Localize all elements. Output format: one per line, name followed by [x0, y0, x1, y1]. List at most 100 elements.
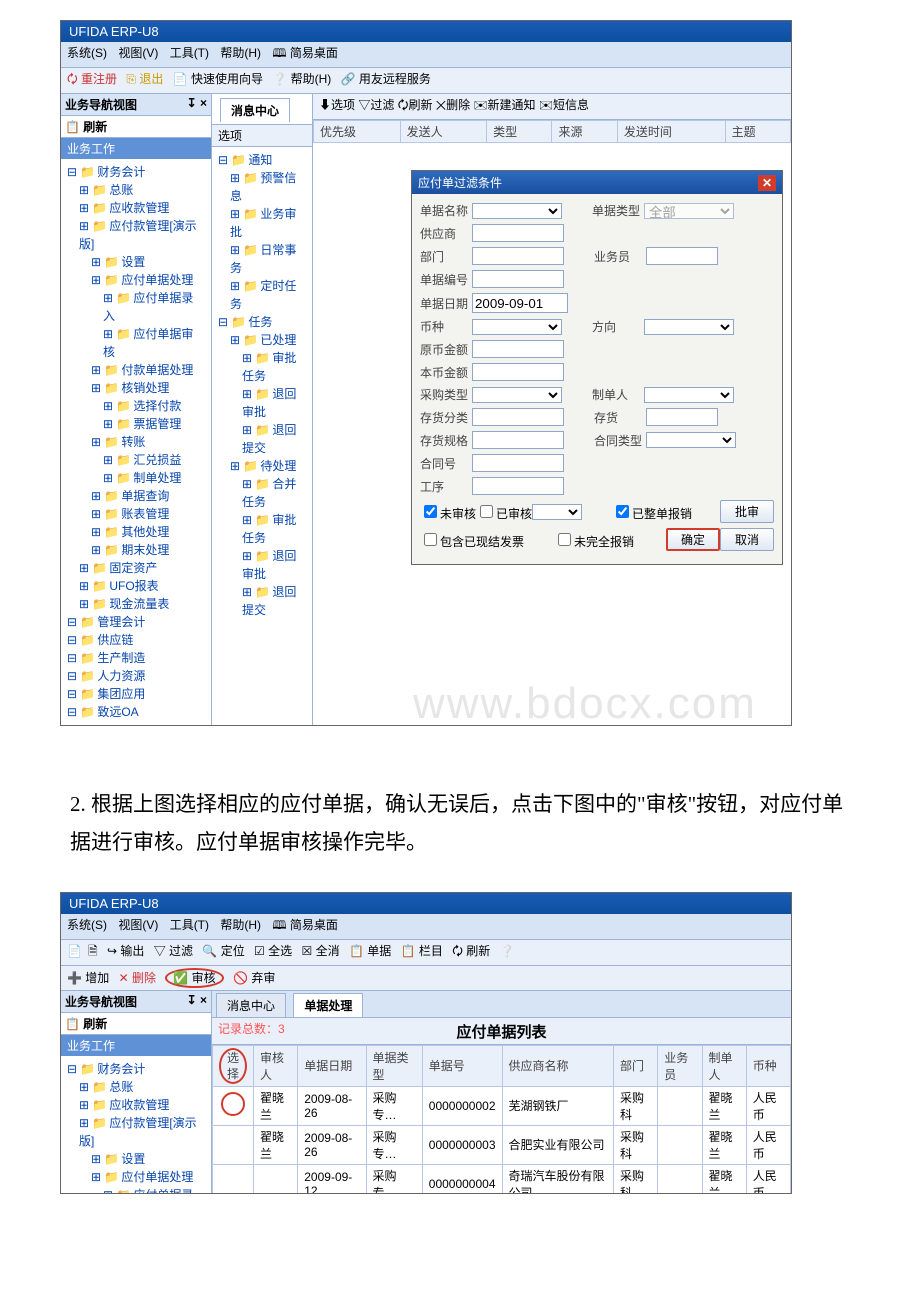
tree-item[interactable]: ⊟ 📁财务会计 [67, 1060, 205, 1078]
tree-item[interactable]: ⊞ 📁预警信息 [218, 169, 306, 205]
tree-item[interactable]: ⊞ 📁待处理 [218, 457, 306, 475]
btn-wizard[interactable]: 快速使用向导 [191, 72, 263, 86]
tree-item[interactable]: ⊞ 📁总账 [67, 181, 205, 199]
tree-item[interactable]: ⊞ 📁已处理 [218, 331, 306, 349]
tab-msg-center[interactable]: 消息中心 [220, 98, 290, 122]
tree-item[interactable]: ⊞ 📁总账 [67, 1078, 205, 1096]
grid-header[interactable]: 单据日期 [298, 1045, 366, 1086]
combo-5[interactable] [472, 319, 562, 335]
nav-tree-2[interactable]: ⊟ 📁财务会计⊞ 📁总账⊞ 📁应收款管理⊞ 📁应付款管理[演示版]⊞ 📁设置⊞ … [61, 1056, 211, 1194]
grid-header[interactable]: 审核人 [254, 1045, 298, 1086]
tab-msg[interactable]: 消息中心 [216, 993, 286, 1017]
tree-item[interactable]: ⊞ 📁固定资产 [67, 559, 205, 577]
close-icon[interactable]: ✕ [758, 175, 776, 191]
combo-r10[interactable] [646, 432, 736, 448]
tree-item[interactable]: ⊞ 📁日常事务 [218, 241, 306, 277]
grid-header[interactable]: 部门 [614, 1045, 658, 1086]
btn-help[interactable]: 帮助(H) [291, 72, 332, 86]
tree-item[interactable]: ⊟ 📁致远OA [67, 703, 205, 721]
tree-item[interactable]: ⊟ 📁生产制造 [67, 649, 205, 667]
dialog-title-bar[interactable]: 应付单过滤条件 ✕ [412, 171, 782, 194]
tree-item[interactable]: ⊞ 📁合并任务 [218, 475, 306, 511]
tree-item[interactable]: ⊟ 📁管理会计 [67, 613, 205, 631]
btn-rereg[interactable]: 重注册 [81, 72, 117, 86]
tree-item[interactable]: ⊞ 📁应付款管理[演示版] [67, 1114, 205, 1150]
btn-batch-audit[interactable]: 批审 [720, 500, 774, 523]
tree-item[interactable]: ⊟ 📁任务 [218, 313, 306, 331]
tree-item[interactable]: ⊞ 📁应收款管理 [67, 199, 205, 217]
tree-item[interactable]: ⊞ 📁票据管理 [67, 415, 205, 433]
combo-8[interactable] [472, 387, 562, 403]
menu-tools[interactable]: 工具(T) [170, 46, 209, 60]
tree-item[interactable]: ⊞ 📁应付款管理[演示版] [67, 217, 205, 253]
tree-item[interactable]: ⊟ 📁集团应用 [67, 685, 205, 703]
menu-bar-2[interactable]: 系统(S) 视图(V) 工具(T) 帮助(H) 🕮 简易桌面 [61, 914, 791, 940]
tree-item[interactable]: ⊞ 📁退回审批 [218, 547, 306, 583]
tree-item[interactable]: ⊞ 📁设置 [67, 253, 205, 271]
nav-tree[interactable]: ⊟ 📁财务会计⊞ 📁总账⊞ 📁应收款管理⊞ 📁应付款管理[演示版]⊞ 📁设置⊞ … [61, 159, 211, 725]
tree-item[interactable]: ⊞ 📁付款单据处理 [67, 361, 205, 379]
tree-item[interactable]: ⊞ 📁退回提交 [218, 583, 306, 619]
tree-item[interactable]: ⊞ 📁应付单据处理 [67, 271, 205, 289]
tree-item[interactable]: ⊞ 📁账表管理 [67, 505, 205, 523]
notify-tree[interactable]: ⊟ 📁通知⊞ 📁预警信息⊞ 📁业务审批⊞ 📁日常事务⊞ 📁定时任务⊟ 📁任务⊞ … [212, 147, 312, 623]
msg-table[interactable]: 优先级 发送人 类型 来源 发送时间 主题 [313, 120, 791, 143]
combo-0[interactable] [472, 203, 562, 219]
tree-item[interactable]: ⊞ 📁设置 [67, 1150, 205, 1168]
combo-r8[interactable] [644, 387, 734, 403]
filter-dialog[interactable]: 应付单过滤条件 ✕ 单据名称单据类型全部供应商部门业务员单据编号单据日期币种方向… [411, 170, 783, 565]
tree-item[interactable]: ⊟ 📁通知 [218, 151, 306, 169]
tree-item[interactable]: ⊞ 📁期末处理 [67, 541, 205, 559]
tree-item[interactable]: ⊞ 📁转账 [67, 433, 205, 451]
doc-list-grid[interactable]: 选择审核人单据日期单据类型单据号供应商名称部门业务员制单人币种翟晓兰2009-0… [212, 1045, 791, 1194]
btn-remote[interactable]: 用友远程服务 [359, 72, 431, 86]
grid-header[interactable]: 业务员 [658, 1045, 702, 1086]
btn-ok[interactable]: 确定 [666, 528, 720, 551]
grid-header[interactable]: 制单人 [702, 1045, 746, 1086]
grid-header[interactable]: 供应商名称 [502, 1045, 614, 1086]
tree-item[interactable]: ⊟ 📁人力资源 [67, 667, 205, 685]
tree-item[interactable]: ⊞ 📁应付单据审核 [67, 325, 205, 361]
menu-help[interactable]: 帮助(H) [220, 46, 261, 60]
tabs-2[interactable]: 消息中心 单据处理 [212, 991, 791, 1018]
tree-item[interactable]: ⊞ 📁应收款管理 [67, 1096, 205, 1114]
tree-item[interactable]: ⊟ 📁供应链 [67, 631, 205, 649]
tree-item[interactable]: ⊞ 📁UFO报表 [67, 577, 205, 595]
table-row[interactable]: 2009-09-12采购专…0000000004奇瑞汽车股份有限公司采购科翟晓兰… [213, 1164, 791, 1194]
tree-item[interactable]: ⊞ 📁现金流量表 [67, 595, 205, 613]
tree-item[interactable]: ⊞ 📁退回审批 [218, 385, 306, 421]
btn-add[interactable]: 增加 [85, 971, 109, 985]
btn-nav-refresh[interactable]: 刷新 [83, 120, 107, 134]
tree-item[interactable]: ⊞ 📁审批任务 [218, 511, 306, 547]
btn-exit[interactable]: 退出 [139, 72, 163, 86]
menu-bar[interactable]: 系统(S) 视图(V) 工具(T) 帮助(H) 🕮 简易桌面 [61, 42, 791, 68]
btn-delete[interactable]: 删除 [132, 971, 156, 985]
tree-item[interactable]: ⊞ 📁应付单据录入 [67, 1186, 205, 1194]
tab-doc-process[interactable]: 单据处理 [293, 993, 363, 1017]
input-doc-date[interactable] [472, 293, 568, 313]
btn-cancel[interactable]: 取消 [720, 528, 774, 551]
menu-simple-desktop[interactable]: 🕮 简易桌面 [272, 46, 337, 60]
tree-item[interactable]: ⊞ 📁制单处理 [67, 469, 205, 487]
grid-header[interactable]: 单据号 [422, 1045, 502, 1086]
menu-system[interactable]: 系统(S) [67, 46, 107, 60]
combo-r5[interactable] [644, 319, 734, 335]
tree-item[interactable]: ⊞ 📁选择付款 [67, 397, 205, 415]
tree-item[interactable]: ⊞ 📁业务审批 [218, 205, 306, 241]
tree-item[interactable]: ⊞ 📁单据查询 [67, 487, 205, 505]
tree-item[interactable]: ⊞ 📁其他处理 [67, 523, 205, 541]
tree-item[interactable]: ⊞ 📁核销处理 [67, 379, 205, 397]
btn-audit-highlighted[interactable]: ✅ 审核 [165, 968, 223, 988]
tree-item[interactable]: ⊞ 📁定时任务 [218, 277, 306, 313]
tree-item[interactable]: ⊞ 📁应付单据录入 [67, 289, 205, 325]
grid-header[interactable]: 选择 [213, 1045, 254, 1086]
tree-item[interactable]: ⊞ 📁审批任务 [218, 349, 306, 385]
tree-item[interactable]: ⊞ 📁应付单据处理 [67, 1168, 205, 1186]
menu-view[interactable]: 视图(V) [118, 46, 158, 60]
grid-header[interactable]: 单据类型 [366, 1045, 422, 1086]
tree-item[interactable]: ⊞ 📁退回提交 [218, 421, 306, 457]
table-row[interactable]: 翟晓兰2009-08-26采购专…0000000002芜湖钢铁厂采购科翟晓兰人民… [213, 1086, 791, 1125]
title-bar[interactable]: UFIDA ERP-U8 [61, 21, 791, 42]
btn-unaudit[interactable]: 弃审 [251, 971, 275, 985]
tree-item[interactable]: ⊟ 📁财务会计 [67, 163, 205, 181]
